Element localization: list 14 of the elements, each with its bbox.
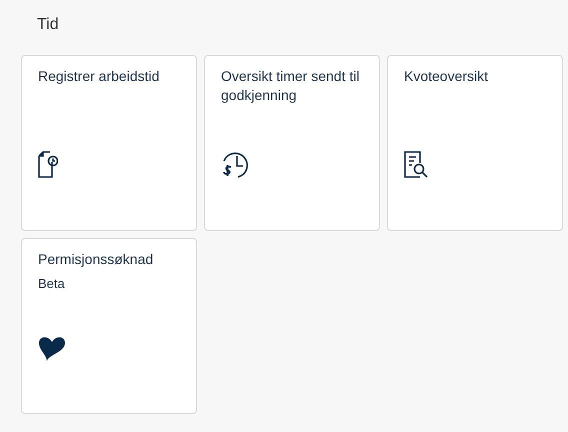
tile-title: Kvoteoversikt <box>404 67 490 86</box>
tile[interactable]: Permisjonssøknad Beta <box>21 238 197 414</box>
tile[interactable]: Registrer arbeidstid <box>21 55 197 231</box>
document-search-icon <box>404 151 430 179</box>
tile-title: Permisjonssøknad <box>38 250 154 269</box>
money-clock-icon <box>221 151 251 179</box>
tile[interactable]: Oversikt timer sendt til godkjenning <box>204 55 380 231</box>
document-clock-icon <box>38 151 58 179</box>
tile-title: Oversikt timer sendt til godkjenning <box>221 67 360 105</box>
tile-title: Registrer arbeidstid <box>38 67 160 86</box>
tile[interactable]: Kvoteoversikt <box>387 55 563 231</box>
tile-subtitle: Beta <box>38 276 66 291</box>
section-title: Tid <box>37 16 60 34</box>
heart-icon <box>38 334 66 362</box>
